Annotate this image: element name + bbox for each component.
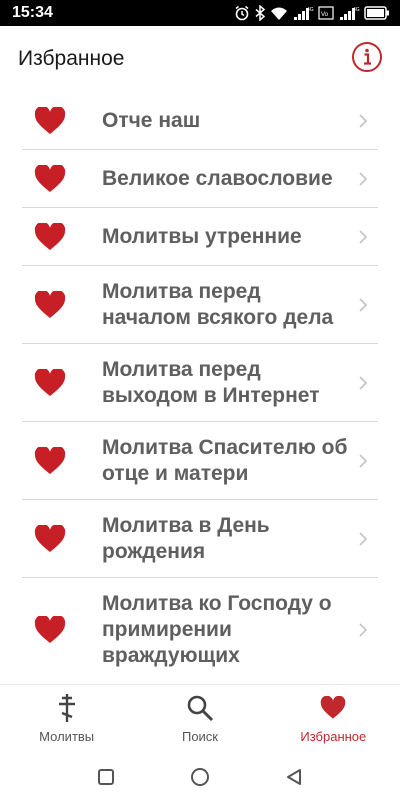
favorites-list: Отче наш Великое славословие Молитвы утр… [0,92,400,682]
list-item[interactable]: Великое славословие [22,150,378,208]
heart-icon [34,367,66,397]
heart-icon [34,289,66,319]
list-item-label: Отче наш [102,108,201,132]
bottom-nav: Молитвы Поиск Избранное [0,684,400,755]
bluetooth-icon [254,5,266,21]
svg-text:4G: 4G [353,7,360,13]
chevron-right-icon [358,622,368,638]
wifi-icon [270,5,288,21]
tab-search-label: Поиск [181,729,218,744]
chevron-right-icon [358,453,368,469]
list-item-label: Молитва перед выходом в Интернет [102,357,320,407]
page-title: Избранное [18,47,125,70]
chevron-right-icon [358,375,368,391]
list-item[interactable]: Молитва Спасителю об отце и матери [22,422,378,500]
list-item-label: Великое славословие [102,166,333,190]
chevron-right-icon [358,229,368,245]
status-time: 15:34 [12,4,53,21]
list-item-label: Молитва ко Господу о примирении враждующ… [102,592,332,667]
tab-favorites[interactable]: Избранное [267,685,400,755]
list-item[interactable]: Молитва перед выходом в Интернет [22,344,378,422]
back-button[interactable] [282,765,306,789]
heart-icon [320,693,346,723]
chevron-right-icon [358,531,368,547]
system-nav-bar [0,754,400,800]
heart-icon [34,221,66,251]
orthodox-cross-icon [57,693,77,723]
status-bar: 15:34 4G Vo 4G [0,0,400,26]
heart-icon [34,523,66,553]
battery-icon [364,6,390,20]
signal-4g-icon: 4G [338,5,360,21]
status-icons: 4G Vo 4G [234,0,390,26]
tab-prayers-label: Молитвы [39,729,95,744]
search-icon [186,693,214,723]
chevron-right-icon [358,113,368,129]
list-item-label: Молитва в День рождения [102,513,270,563]
list-item-label: Молитвы утренние [102,224,302,248]
heart-icon [34,614,66,644]
list-item[interactable]: Молитва в День рождения [22,500,378,578]
list-item-label: Молитва Спасителю об отце и матери [102,435,348,485]
recents-button[interactable] [94,765,118,789]
heart-icon [34,105,66,135]
tab-favorites-label: Избранное [300,729,367,744]
chevron-right-icon [358,297,368,313]
signal-4g-icon: 4G [292,5,314,21]
list-item[interactable]: Молитва перед началом всякого дела [22,266,378,344]
alarm-icon [234,5,250,21]
chevron-right-icon [358,171,368,187]
info-button[interactable] [350,41,384,78]
home-button[interactable] [188,765,212,789]
tab-search[interactable]: Поиск [133,685,266,755]
heart-icon [34,445,66,475]
list-item[interactable]: Молитвы утренние [22,208,378,266]
list-item[interactable]: Молитва ко Господу о примирении враждующ… [22,578,378,682]
svg-text:4G: 4G [307,7,314,13]
heart-icon [34,163,66,193]
list-item[interactable]: Отче наш [22,92,378,150]
app-header: Избранное [0,26,400,92]
svg-text:Vo: Vo [321,12,329,18]
info-icon [351,41,383,78]
list-item-label: Молитва перед началом всякого дела [102,279,334,329]
tab-prayers[interactable]: Молитвы [0,685,133,755]
volte-icon: Vo [318,5,334,21]
